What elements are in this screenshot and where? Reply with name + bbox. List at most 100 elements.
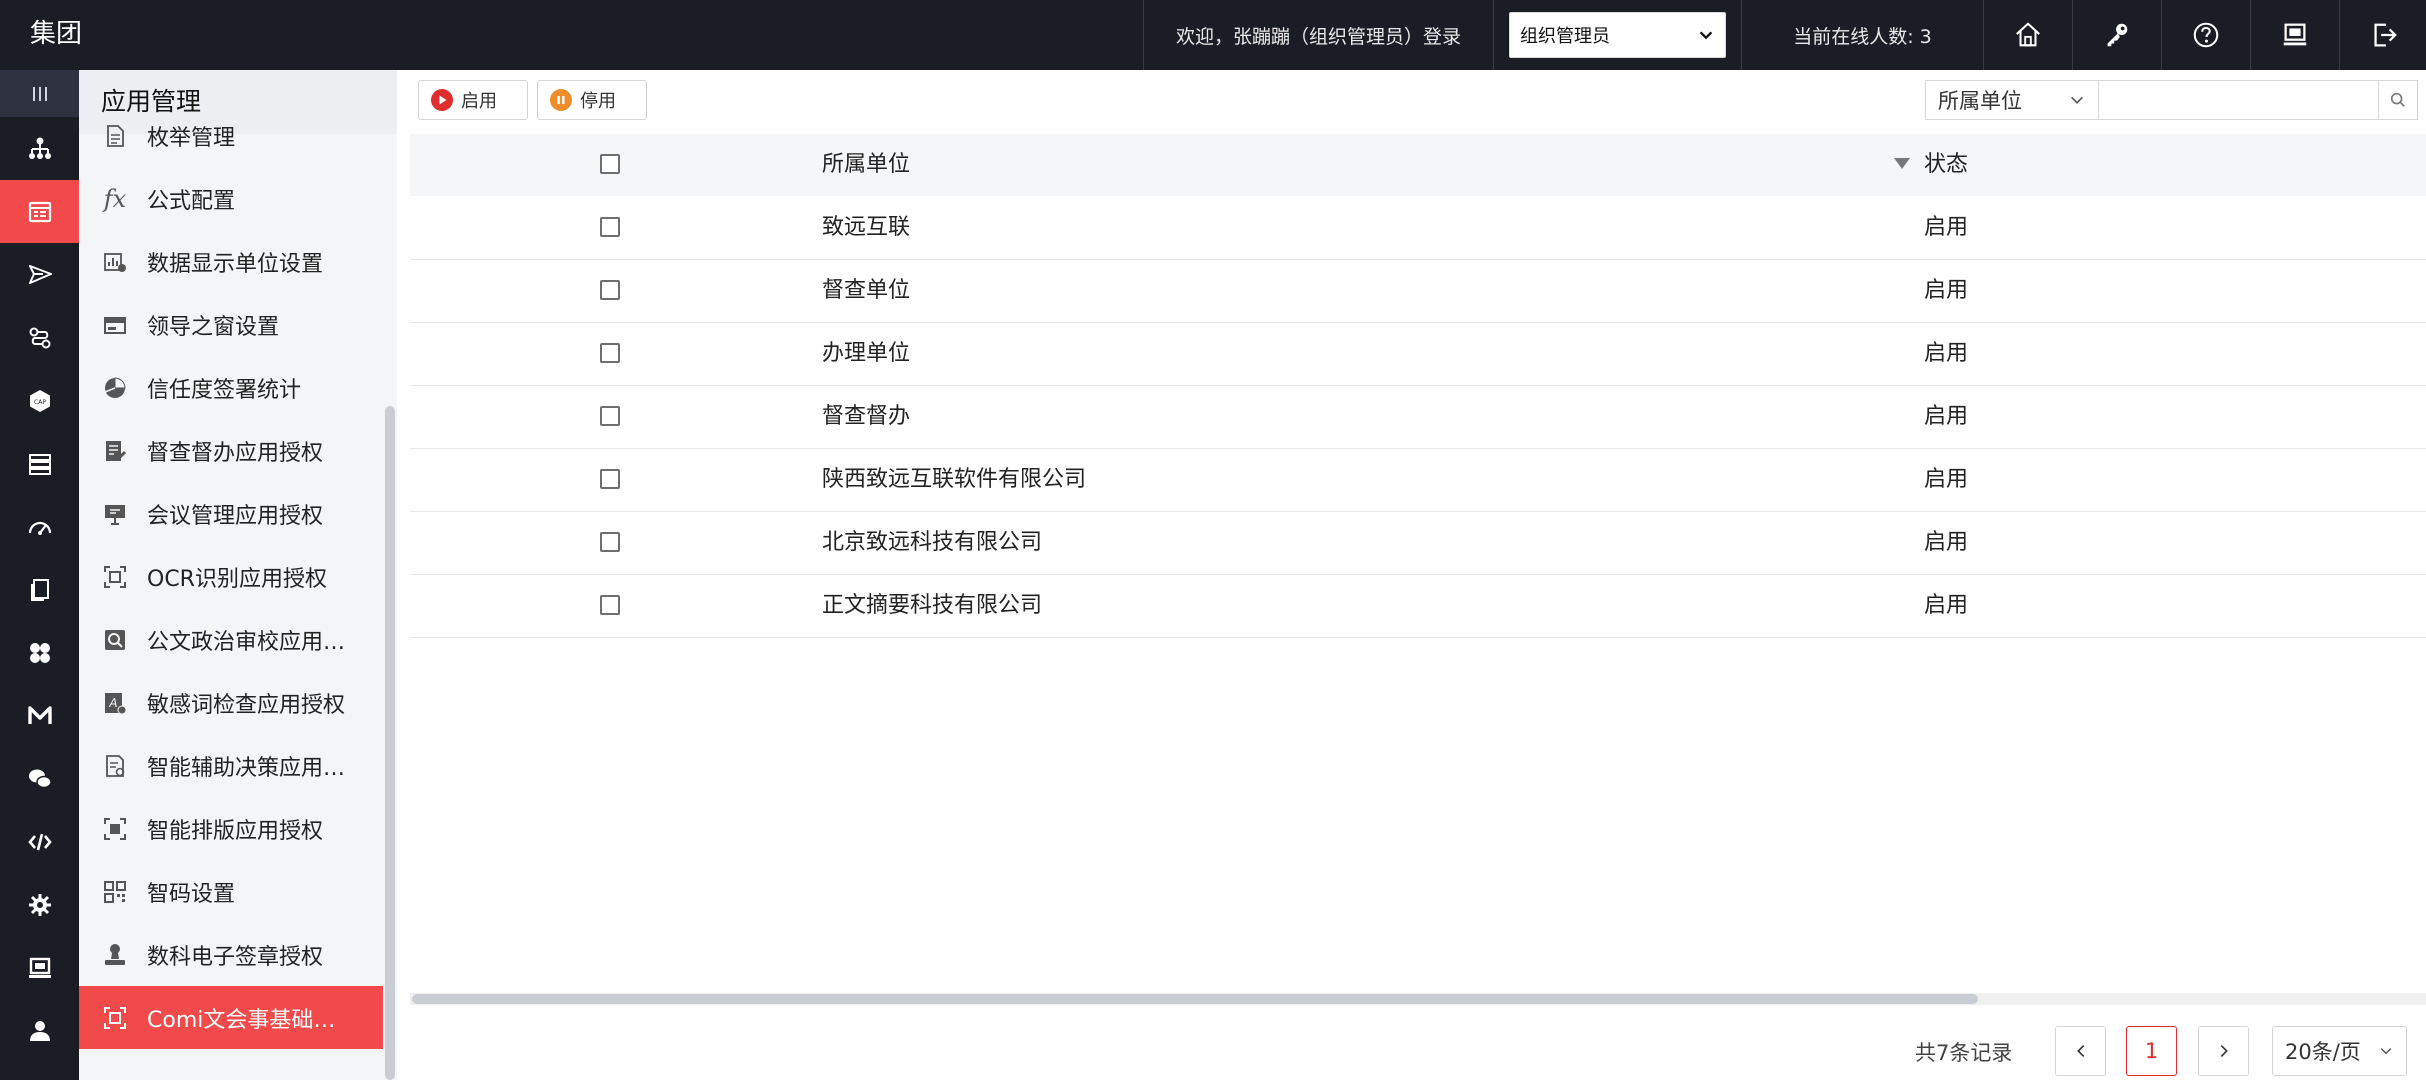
window-icon — [101, 311, 129, 339]
submenu-scrollbar[interactable] — [383, 134, 397, 1080]
table-row[interactable]: 陕西致远互联软件有限公司 启用 — [410, 449, 2426, 512]
chevron-down-icon — [1699, 31, 1713, 40]
cell-status: 启用 — [1924, 278, 1969, 303]
column-header-status[interactable]: 状态 — [1924, 134, 1968, 196]
row-checkbox[interactable] — [600, 532, 620, 552]
menu-item-enum[interactable]: 枚举管理 — [79, 104, 383, 167]
table-row[interactable]: 正文摘要科技有限公司 启用 — [410, 575, 2426, 638]
role-select-value: 组织管理员 — [1520, 26, 1610, 47]
qr-code-icon — [101, 878, 129, 906]
menu-item-leader-window[interactable]: 领导之窗设置 — [79, 293, 383, 356]
app-manage-menu: 应用管理 枚举管理 fx 公式配置 数据显示单位设置 领导之窗设置 信任度签署统… — [79, 70, 397, 1080]
presentation-icon — [101, 500, 129, 528]
cell-unit: 陕西致远互联软件有限公司 — [822, 467, 1087, 492]
menu-item-meeting[interactable]: 会议管理应用授权 — [79, 482, 383, 545]
chart-settings-icon — [101, 248, 129, 276]
search-button[interactable] — [2378, 80, 2418, 120]
rail-toggle[interactable] — [0, 70, 79, 117]
clover-icon — [29, 642, 50, 663]
menu-item-formula[interactable]: fx 公式配置 — [79, 167, 383, 230]
screen-icon — [28, 957, 51, 978]
menu-item-data-unit[interactable]: 数据显示单位设置 — [79, 230, 383, 293]
row-checkbox[interactable] — [600, 469, 620, 489]
table-row[interactable]: 致远互联 启用 — [410, 197, 2426, 260]
row-checkbox[interactable] — [600, 406, 620, 426]
monitor-button[interactable] — [2250, 0, 2339, 70]
horizontal-scrollbar[interactable] — [410, 993, 2426, 1005]
cell-unit: 督查单位 — [822, 278, 911, 303]
table-header: 所属单位 状态 — [410, 134, 2426, 196]
column-header-unit[interactable]: 所属单位 — [822, 134, 910, 196]
rail-item-org[interactable] — [0, 117, 79, 180]
cell-unit: 致远互联 — [822, 215, 911, 240]
table-row[interactable]: 办理单位 启用 — [410, 323, 2426, 386]
menu-item-comi-auth[interactable]: Comi文会事基础授权 — [79, 986, 383, 1049]
help-button[interactable] — [2161, 0, 2250, 70]
table-row[interactable]: 督查督办 启用 — [410, 386, 2426, 449]
menu-item-smart-layout[interactable]: 智能排版应用授权 — [79, 797, 383, 860]
enable-label: 启用 — [461, 91, 497, 112]
rail-item-app-manage[interactable] — [0, 180, 79, 243]
role-select[interactable]: 组织管理员 — [1509, 12, 1726, 58]
rail-item-flow[interactable] — [0, 306, 79, 369]
rail-item-send[interactable] — [0, 243, 79, 306]
rail-item-chat[interactable] — [0, 747, 79, 810]
monitor-icon — [2283, 23, 2307, 46]
rail-item-user[interactable] — [0, 999, 79, 1062]
filter-field-value: 所属单位 — [1938, 89, 2022, 113]
rail-item-layers[interactable] — [0, 432, 79, 495]
row-checkbox[interactable] — [600, 595, 620, 615]
rail-item-m[interactable] — [0, 684, 79, 747]
rail-item-apps[interactable] — [0, 621, 79, 684]
main-panel: 启用 停用 所属单位 所属单位 状态 致远互联 启用 督查单位 启用 办理单位 … — [410, 70, 2426, 1080]
table-row[interactable]: 北京致远科技有限公司 启用 — [410, 512, 2426, 575]
cell-status: 启用 — [1924, 530, 1969, 555]
icon-rail: CAP — [0, 70, 79, 1080]
submenu-scrollbar-thumb[interactable] — [385, 406, 395, 1080]
rail-item-docs[interactable] — [0, 558, 79, 621]
menu-item-sensitive-words[interactable]: A 敏感词检查应用授权 — [79, 671, 383, 734]
menu-item-e-signature[interactable]: 数科电子签章授权 — [79, 923, 383, 986]
next-page-button[interactable] — [2198, 1026, 2249, 1076]
menu-item-trust-stats[interactable]: 信任度签署统计 — [79, 356, 383, 419]
welcome-text: 欢迎，张蹦蹦（组织管理员）登录 — [1143, 0, 1493, 70]
row-checkbox[interactable] — [600, 280, 620, 300]
rail-item-screen[interactable] — [0, 936, 79, 999]
cell-unit: 办理单位 — [822, 341, 911, 366]
table-row[interactable]: 督查单位 启用 — [410, 260, 2426, 323]
logout-icon — [2374, 23, 2397, 47]
select-all-checkbox[interactable] — [600, 154, 620, 174]
enable-button[interactable]: 启用 — [418, 80, 528, 120]
row-checkbox[interactable] — [600, 343, 620, 363]
menu-item-supervise[interactable]: 督查督办应用授权 — [79, 419, 383, 482]
menu-item-decision-assist[interactable]: 智能辅助决策应用授权 — [79, 734, 383, 797]
home-button[interactable] — [1983, 0, 2072, 70]
rail-item-code[interactable] — [0, 810, 79, 873]
rail-item-settings[interactable] — [0, 873, 79, 936]
horizontal-scrollbar-thumb[interactable] — [412, 994, 1978, 1004]
filter-field-select[interactable]: 所属单位 — [1925, 80, 2098, 120]
page-size-select[interactable]: 20条/页 — [2272, 1026, 2407, 1076]
cell-unit: 督查督办 — [822, 404, 911, 429]
app-manage-icon — [28, 201, 51, 222]
menu-item-political-review[interactable]: 公文政治审校应用授权 — [79, 608, 383, 671]
top-bar: 集团 欢迎，张蹦蹦（组织管理员）登录 组织管理员 当前在线人数: 3 — [0, 0, 2426, 70]
sort-desc-icon[interactable] — [1894, 158, 1910, 169]
rail-item-dashboard[interactable] — [0, 495, 79, 558]
menu-item-ocr[interactable]: OCR识别应用授权 — [79, 545, 383, 608]
search-input[interactable] — [2098, 80, 2388, 120]
logout-button[interactable] — [2339, 0, 2426, 70]
rail-item-cap[interactable]: CAP — [0, 369, 79, 432]
key-button[interactable] — [2072, 0, 2161, 70]
current-page-button[interactable]: 1 — [2126, 1026, 2177, 1076]
play-icon — [431, 89, 453, 111]
row-checkbox[interactable] — [600, 217, 620, 237]
cell-unit: 正文摘要科技有限公司 — [822, 593, 1043, 618]
gear-icon — [28, 893, 51, 916]
disable-button[interactable]: 停用 — [537, 80, 647, 120]
scan-icon — [101, 563, 129, 591]
cell-unit: 北京致远科技有限公司 — [822, 530, 1043, 555]
menu-item-smart-code[interactable]: 智码设置 — [79, 860, 383, 923]
prev-page-button[interactable] — [2055, 1026, 2106, 1076]
doc-assist-icon — [101, 752, 129, 780]
